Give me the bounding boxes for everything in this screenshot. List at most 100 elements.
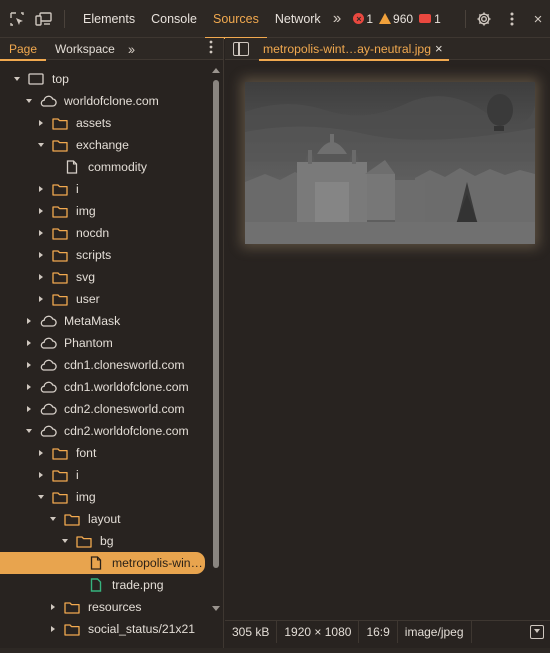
warnings-badge[interactable]: 960	[379, 12, 413, 26]
tree-item-label: social_status/21x21	[88, 622, 196, 636]
aspect-ratio: 16:9	[359, 620, 398, 643]
tree-item-label: MetaMask	[64, 314, 121, 328]
chevron-right-icon[interactable]	[36, 184, 46, 194]
tree-folder[interactable]: img	[0, 486, 210, 508]
chevron-down-icon[interactable]	[60, 536, 70, 546]
tree-folder[interactable]: assets	[0, 112, 210, 134]
cloud-icon	[39, 424, 57, 438]
file-icon	[87, 556, 105, 570]
chevron-down-icon[interactable]	[36, 140, 46, 150]
folder-icon	[51, 292, 69, 306]
double-chevron-right-icon[interactable]: ››	[128, 41, 135, 57]
tree-folder[interactable]: user	[0, 288, 210, 310]
chevron-down-icon[interactable]	[36, 492, 46, 502]
tree-domain[interactable]: cdn2.worldofclone.com	[0, 420, 210, 442]
tree-folder[interactable]: i	[0, 464, 210, 486]
chevron-right-icon[interactable]	[36, 228, 46, 238]
chevron-right-icon[interactable]	[48, 602, 58, 612]
chevron-right-icon[interactable]	[24, 382, 34, 392]
tab-console[interactable]: Console	[143, 0, 205, 38]
tree-domain[interactable]: MetaMask	[0, 310, 210, 332]
chevron-right-icon[interactable]	[36, 206, 46, 216]
tree-folder[interactable]: i	[0, 178, 210, 200]
status-bar: 305 kB 1920 × 1080 16:9 image/jpeg	[225, 620, 550, 643]
chevron-right-icon[interactable]	[24, 360, 34, 370]
more-options-icon[interactable]	[502, 9, 522, 29]
close-devtools-icon[interactable]: ×	[528, 9, 548, 29]
settings-gear-icon[interactable]	[474, 9, 494, 29]
tree-file[interactable]: metropolis-win…	[0, 552, 205, 574]
tree-domain[interactable]: Phantom	[0, 332, 210, 354]
chevron-right-icon[interactable]	[24, 316, 34, 326]
tree-domain[interactable]: cdn1.clonesworld.com	[0, 354, 210, 376]
scroll-down-arrow-icon[interactable]	[212, 606, 220, 611]
issues-badge[interactable]: 1	[419, 12, 441, 26]
chevron-right-icon[interactable]	[36, 470, 46, 480]
tree-item-label: commodity	[88, 160, 147, 174]
image-dimensions: 1920 × 1080	[277, 620, 360, 643]
folder-icon	[51, 446, 69, 460]
tree-frame[interactable]: top	[0, 68, 210, 90]
chevron-right-icon[interactable]	[24, 338, 34, 348]
drawer-edge	[0, 648, 550, 653]
tree-folder[interactable]: nocdn	[0, 222, 210, 244]
tree-folder[interactable]: svg	[0, 266, 210, 288]
tree-folder[interactable]: font	[0, 442, 210, 464]
errors-badge[interactable]: × 1	[353, 12, 373, 26]
folder-icon	[63, 512, 81, 526]
chevron-down-icon[interactable]	[24, 96, 34, 106]
tab-workspace[interactable]: Workspace	[46, 38, 124, 60]
open-file-tab[interactable]: metropolis-wint…ay-neutral.jpg ×	[259, 38, 449, 61]
tree-item-label: img	[76, 204, 96, 218]
tree-folder[interactable]: resources	[0, 596, 210, 618]
tree-item-label: i	[76, 468, 79, 482]
tree-folder[interactable]: scripts	[0, 244, 210, 266]
folder-icon	[51, 182, 69, 196]
scrollbar-thumb[interactable]	[213, 80, 219, 568]
tree-folder[interactable]: img	[0, 200, 210, 222]
chevron-down-icon[interactable]	[12, 74, 22, 84]
download-icon[interactable]	[530, 625, 544, 639]
folder-icon	[51, 226, 69, 240]
close-tab-icon[interactable]: ×	[435, 41, 443, 56]
tree-item-label: img	[76, 490, 96, 504]
chevron-down-icon[interactable]	[48, 514, 58, 524]
tree-item-label: bg	[100, 534, 114, 548]
chevron-right-icon[interactable]	[24, 404, 34, 414]
tree-item-label: metropolis-win…	[112, 556, 203, 570]
warnings-count: 960	[393, 11, 414, 26]
error-icon: ×	[353, 13, 365, 24]
tree-item-label: font	[76, 446, 97, 460]
tree-domain[interactable]: worldofclone.com	[0, 90, 210, 112]
tab-network[interactable]: Network	[267, 0, 329, 38]
chevron-right-icon[interactable]	[36, 272, 46, 282]
tab-sources[interactable]: Sources	[204, 0, 267, 39]
navigator-more-icon[interactable]	[209, 40, 213, 57]
tree-item-label: worldofclone.com	[64, 94, 159, 108]
chevron-right-icon[interactable]	[36, 294, 46, 304]
tree-folder[interactable]: exchange	[0, 134, 210, 156]
toggle-navigator-icon[interactable]	[233, 41, 249, 56]
tree-folder[interactable]: bg	[0, 530, 210, 552]
device-toolbar-icon[interactable]	[34, 9, 54, 29]
tree-domain[interactable]: cdn1.worldofclone.com	[0, 376, 210, 398]
chevron-down-icon[interactable]	[24, 426, 34, 436]
tree-folder[interactable]: social_status/21x21	[0, 618, 210, 640]
chevron-right-icon[interactable]	[36, 250, 46, 260]
tab-page[interactable]: Page	[0, 38, 47, 61]
inspect-element-icon[interactable]	[7, 9, 27, 29]
chevron-right-icon[interactable]	[48, 624, 58, 634]
chevron-right-icon[interactable]	[36, 448, 46, 458]
tree-folder[interactable]: layout	[0, 508, 210, 530]
chevron-right-icon[interactable]	[36, 118, 46, 128]
editor-panel: metropolis-wint…ay-neutral.jpg × 305 kB …	[225, 38, 550, 653]
tree-file[interactable]: commodity	[0, 156, 210, 178]
tree-file[interactable]: trade.png	[0, 574, 210, 596]
tree-item-label: layout	[88, 512, 121, 526]
scroll-up-arrow-icon[interactable]	[212, 68, 220, 73]
tab-elements[interactable]: Elements	[75, 0, 143, 38]
tree-domain[interactable]: cdn2.clonesworld.com	[0, 398, 210, 420]
navigator-scrollbar[interactable]	[212, 68, 220, 611]
folder-icon	[51, 270, 69, 284]
double-chevron-right-icon[interactable]: ››	[333, 10, 342, 28]
